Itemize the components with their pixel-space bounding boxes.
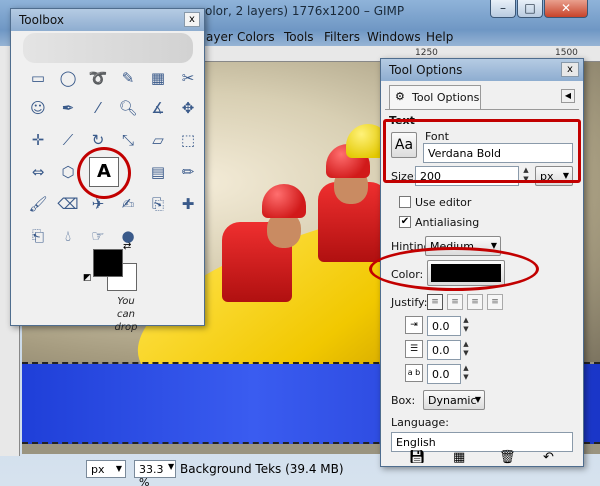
minimize-button[interactable]: – xyxy=(490,0,516,18)
measure-icon[interactable]: ∡ xyxy=(145,95,171,121)
window-title: olor, 2 layers) 1776x1200 – GIMP xyxy=(205,4,405,18)
box-select[interactable]: Dynamic ▼ xyxy=(423,390,485,410)
use-editor-checkbox[interactable] xyxy=(399,196,411,208)
menu-filters[interactable]: Filters xyxy=(324,30,360,44)
select-by-color-icon[interactable]: ▦ xyxy=(145,65,171,91)
letter-spacing-icon: a b xyxy=(405,364,423,382)
save-options-icon[interactable]: 💾︎ xyxy=(409,450,426,465)
align-icon[interactable]: ✛ xyxy=(25,127,51,153)
menu-tools[interactable]: Tools xyxy=(284,30,314,44)
line-spacing-icon: ☰ xyxy=(405,340,423,358)
menu-colors[interactable]: Colors xyxy=(237,30,275,44)
heal-icon[interactable]: ✚ xyxy=(175,191,201,217)
indent-stepper[interactable]: ▲ ▼ xyxy=(461,316,471,336)
tool-options-close-button[interactable]: x xyxy=(561,62,579,77)
swap-colors-icon[interactable]: ⇄ xyxy=(123,241,131,252)
chevron-down-icon[interactable]: ▼ xyxy=(168,462,174,471)
blend-icon[interactable]: ▤ xyxy=(145,159,171,185)
toolbox-window: Toolbox x ▭ ◯ ➰ ✎ ▦ ✂ ☺ ✒ ⁄ 🔍︎ ∡ ✥ ✛ ⟋ ↻… xyxy=(10,8,205,333)
crop-icon[interactable]: ⟋ xyxy=(55,127,81,153)
clone-icon[interactable]: ⎘ xyxy=(145,191,171,217)
indent-field[interactable]: 0.0 xyxy=(427,316,461,336)
justify-center-button[interactable]: ≡ xyxy=(467,294,483,310)
ruler-tick: 1250 xyxy=(415,48,438,58)
perspective-clone-icon[interactable]: ⎗ xyxy=(25,223,51,249)
reset-options-icon[interactable]: ↶ xyxy=(543,450,554,465)
ink-icon[interactable]: ✍ xyxy=(115,191,141,217)
color-highlight-oval xyxy=(369,247,539,291)
wilber-drop-area xyxy=(23,33,193,63)
antialiasing-label: Antialiasing xyxy=(415,216,480,229)
scale-icon[interactable]: ⤡ xyxy=(115,127,141,153)
tab-menu-icon[interactable]: ◀ xyxy=(561,89,575,103)
justify-fill-button[interactable]: ≡ xyxy=(487,294,503,310)
justify-left-button[interactable]: ≡ xyxy=(427,294,443,310)
letter-spacing-stepper[interactable]: ▲ ▼ xyxy=(461,364,471,384)
color-picker-icon[interactable]: ⁄ xyxy=(85,95,111,121)
justify-right-button[interactable]: ≡ xyxy=(447,294,463,310)
paintbrush-icon[interactable]: 🖌︎ xyxy=(25,191,51,217)
foreground-select-icon[interactable]: ☺ xyxy=(25,95,51,121)
rect-select-icon[interactable]: ▭ xyxy=(25,65,51,91)
pencil-icon[interactable]: ✏ xyxy=(175,159,201,185)
paths-icon[interactable]: ✒ xyxy=(55,95,81,121)
font-size-highlight-box xyxy=(383,119,581,183)
unit-value: px xyxy=(91,463,105,476)
chevron-down-icon: ▼ xyxy=(115,464,122,473)
tool-options-window: Tool Options x ⚙ Tool Options ◀ Text Aa … xyxy=(369,58,584,467)
menu-layer[interactable]: ayer xyxy=(206,30,233,44)
toolbox-title: Toolbox xyxy=(19,13,64,27)
toolbox-title-bar: Toolbox x xyxy=(11,9,204,31)
text-tool-highlight-circle xyxy=(77,147,131,199)
tool-options-icon: ⚙ xyxy=(395,90,405,103)
layer-info: Background Teks (39.4 MB) xyxy=(180,462,344,476)
fuzzy-select-icon[interactable]: ✎ xyxy=(115,65,141,91)
use-editor-label: Use editor xyxy=(415,196,472,209)
reset-colors-icon[interactable]: ◩ xyxy=(83,273,92,283)
language-field[interactable]: English xyxy=(391,432,573,452)
unit-select[interactable]: px ▼ xyxy=(86,460,126,478)
blur-icon[interactable]: 💧︎ xyxy=(55,223,81,249)
line-spacing-field[interactable]: 0.0 xyxy=(427,340,461,360)
language-label: Language: xyxy=(391,416,449,429)
move-icon[interactable]: ✥ xyxy=(175,95,201,121)
maximize-button[interactable]: □ xyxy=(517,0,543,18)
tab-tool-options[interactable]: ⚙ Tool Options xyxy=(389,85,481,109)
tool-options-title-bar: Tool Options x xyxy=(381,59,583,81)
menu-bar: ayer Colors Tools Filters Windows Help xyxy=(200,26,600,46)
scissors-icon[interactable]: ✂ xyxy=(175,65,201,91)
free-select-icon[interactable]: ➰ xyxy=(85,65,111,91)
antialiasing-checkbox[interactable]: ✔ xyxy=(399,216,411,228)
zoom-icon[interactable]: 🔍︎ xyxy=(115,95,141,121)
toolbox-close-button[interactable]: x xyxy=(184,12,200,27)
close-button[interactable]: ✕ xyxy=(544,0,588,18)
justify-label: Justify: xyxy=(391,296,428,309)
tool-options-title: Tool Options xyxy=(389,63,463,77)
tab-label: Tool Options xyxy=(412,91,480,104)
box-label: Box: xyxy=(391,394,416,407)
shear-icon[interactable]: ▱ xyxy=(145,127,171,153)
box-value: Dynamic xyxy=(428,394,477,407)
chevron-down-icon: ▼ xyxy=(474,395,481,404)
perspective-icon[interactable]: ⬚ xyxy=(175,127,201,153)
restore-options-icon[interactable]: ▦ xyxy=(453,450,465,465)
eraser-icon[interactable]: ⌫ xyxy=(55,191,81,217)
flip-icon[interactable]: ⇔ xyxy=(25,159,51,185)
smudge-icon[interactable]: ☞ xyxy=(85,223,111,249)
delete-options-icon[interactable]: 🗑︎ xyxy=(499,450,516,465)
letter-spacing-field[interactable]: 0.0 xyxy=(427,364,461,384)
menu-windows[interactable]: Windows xyxy=(367,30,421,44)
zoom-value: 33.3 % xyxy=(139,463,164,486)
toolbox-drop-note: You can drop xyxy=(114,296,138,333)
foreground-color-swatch[interactable] xyxy=(93,249,123,277)
line-spacing-stepper[interactable]: ▲ ▼ xyxy=(461,340,471,360)
ellipse-select-icon[interactable]: ◯ xyxy=(55,65,81,91)
indent-icon: ⇥ xyxy=(405,316,423,334)
ruler-tick: 1500 xyxy=(555,48,578,58)
menu-help[interactable]: Help xyxy=(426,30,453,44)
